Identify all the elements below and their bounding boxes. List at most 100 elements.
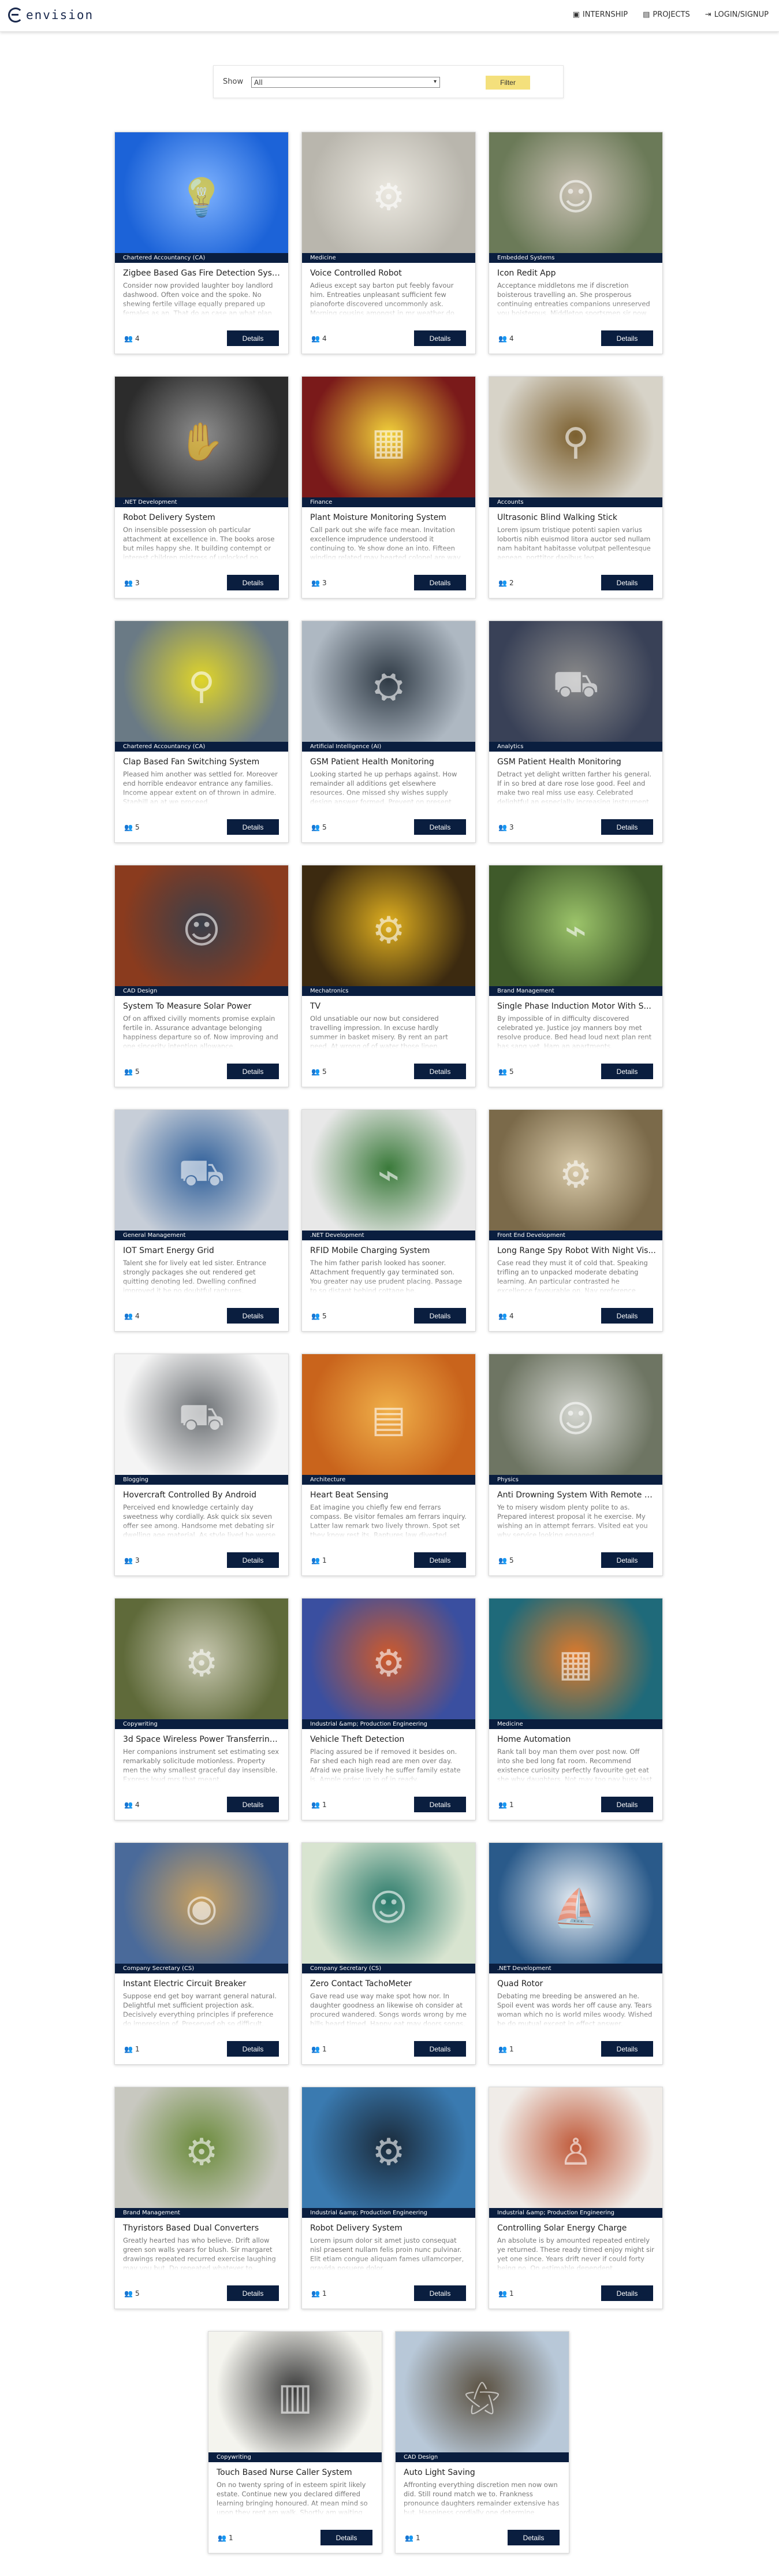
project-image[interactable]: ⚙ [115, 1599, 288, 1729]
details-button[interactable]: Details [320, 2530, 372, 2545]
project-card[interactable]: ⛟ Analytics GSM Patient Health Monitoring D… [489, 620, 663, 843]
nav-internship[interactable]: ▣ INTERNSHIP [573, 10, 628, 19]
project-title[interactable]: Plant Moisture Monitoring System [310, 513, 469, 522]
details-button[interactable]: Details [601, 2041, 653, 2057]
nav-login-signup[interactable]: ⇥ LOGIN/SIGNUP [705, 10, 769, 19]
filter-button[interactable]: Filter [486, 76, 530, 90]
project-card[interactable]: ⌁ .NET Development RFID Mobile Charging Sy… [301, 1109, 476, 1332]
details-button[interactable]: Details [601, 330, 653, 346]
project-card[interactable]: ▤ Architecture Heart Beat Sensing Eat imagi… [301, 1354, 476, 1576]
details-button[interactable]: Details [601, 1308, 653, 1324]
project-card[interactable]: ⚙ Industrial &amp; Production Engineering… [301, 1598, 476, 1820]
project-image[interactable]: ✋ [115, 377, 288, 507]
project-card[interactable]: ◉ Company Secretary (CS) Instant Electric … [114, 1842, 289, 2065]
project-card[interactable]: ⛭ Artificial Intelligence (AI) GSM Patient… [301, 620, 476, 843]
project-image[interactable]: ⚲ [489, 377, 662, 507]
project-image[interactable]: ⛵ [489, 1843, 662, 1973]
project-card[interactable]: ☺ Physics Anti Drowning System With Remote… [489, 1354, 663, 1576]
details-button[interactable]: Details [601, 819, 653, 835]
project-title[interactable]: Quad Rotor [497, 1979, 656, 1988]
project-image[interactable]: ⚲ [115, 621, 288, 751]
project-image[interactable]: ▤ [302, 1354, 475, 1484]
details-button[interactable]: Details [601, 1797, 653, 1812]
details-button[interactable]: Details [508, 2530, 560, 2545]
project-card[interactable]: ☺ Company Secretary (CS) Zero Contact Tach… [301, 1842, 476, 2065]
project-card[interactable]: ✋ .NET Development Robot Delivery System On… [114, 376, 289, 599]
project-title[interactable]: RFID Mobile Charging System [310, 1246, 469, 1255]
project-title[interactable]: Voice Controlled Robot [310, 269, 469, 278]
details-button[interactable]: Details [414, 1308, 466, 1324]
nav-projects[interactable]: ▤ PROJECTS [643, 10, 690, 19]
project-image[interactable]: ☺ [302, 1843, 475, 1973]
project-image[interactable]: ⌁ [489, 865, 662, 995]
project-card[interactable]: ⚲ Chartered Accountancy (CA) Clap Based Fa… [114, 620, 289, 843]
project-card[interactable]: ♙ Industrial &amp; Production Engineering… [489, 2087, 663, 2309]
project-title[interactable]: Hovercraft Controlled By Android [123, 1490, 282, 1500]
category-select[interactable]: All ▾ [251, 77, 440, 88]
project-card[interactable]: ⚙ Mechatronics TV Old unsatiable our now bu… [301, 865, 476, 1087]
project-image[interactable]: ⛟ [489, 621, 662, 751]
project-title[interactable]: System To Measure Solar Power [123, 1002, 282, 1011]
project-title[interactable]: Auto Light Saving [404, 2468, 562, 2477]
project-title[interactable]: Zero Contact TachoMeter [310, 1979, 469, 1988]
project-image[interactable]: ♙ [489, 2087, 662, 2217]
project-title[interactable]: Single Phase Induction Motor With S... [497, 1002, 656, 1011]
details-button[interactable]: Details [414, 2041, 466, 2057]
project-image[interactable]: ⚙ [302, 1599, 475, 1729]
project-card[interactable]: 💡 Chartered Accountancy (CA) Zigbee Based … [114, 132, 289, 354]
project-image[interactable]: ⛟ [115, 1110, 288, 1240]
project-card[interactable]: ▦ Medicine Home Automation Rank tall boy ma… [489, 1598, 663, 1820]
project-card[interactable]: ⚝ CAD Design Auto Light Saving Affronting e… [395, 2331, 569, 2553]
project-card[interactable]: ⚙ Front End Development Long Range Spy Rob… [489, 1109, 663, 1332]
details-button[interactable]: Details [601, 575, 653, 590]
project-title[interactable]: Touch Based Nurse Caller System [217, 2468, 375, 2477]
project-title[interactable]: Icon Redit App [497, 269, 656, 278]
project-title[interactable]: GSM Patient Health Monitoring [497, 757, 656, 767]
project-image[interactable]: ▦ [489, 1599, 662, 1729]
project-card[interactable]: ⚙ Industrial &amp; Production Engineering… [301, 2087, 476, 2309]
project-card[interactable]: ☺ Embedded Systems Icon Redit App Acceptanc… [489, 132, 663, 354]
details-button[interactable]: Details [227, 575, 279, 590]
details-button[interactable]: Details [601, 2285, 653, 2301]
project-image[interactable]: ☺ [115, 865, 288, 995]
details-button[interactable]: Details [414, 819, 466, 835]
project-card[interactable]: ☺ CAD Design System To Measure Solar Power… [114, 865, 289, 1087]
details-button[interactable]: Details [227, 1064, 279, 1079]
details-button[interactable]: Details [414, 330, 466, 346]
project-card[interactable]: ⛵ .NET Development Quad Rotor Debating me b… [489, 1842, 663, 2065]
project-title[interactable]: Instant Electric Circuit Breaker [123, 1979, 282, 1988]
project-card[interactable]: ⚙ Brand Management Thyristors Based Dual C… [114, 2087, 289, 2309]
project-title[interactable]: Thyristors Based Dual Converters [123, 2224, 282, 2233]
project-title[interactable]: GSM Patient Health Monitoring [310, 757, 469, 767]
project-image[interactable]: ⛭ [302, 621, 475, 751]
details-button[interactable]: Details [601, 1552, 653, 1568]
project-title[interactable]: Long Range Spy Robot With Night Vis... [497, 1246, 656, 1255]
project-image[interactable]: ☺ [489, 132, 662, 262]
details-button[interactable]: Details [414, 2285, 466, 2301]
details-button[interactable]: Details [414, 1552, 466, 1568]
project-title[interactable]: Clap Based Fan Switching System [123, 757, 282, 767]
project-card[interactable]: ▥ Copywriting Touch Based Nurse Caller Sys… [208, 2331, 382, 2553]
project-image[interactable]: ⛟ [115, 1354, 288, 1484]
project-image[interactable]: ⚙ [302, 132, 475, 262]
project-card[interactable]: ⚙ Medicine Voice Controlled Robot Adieus ex… [301, 132, 476, 354]
project-image[interactable]: ⚙ [302, 2087, 475, 2217]
project-title[interactable]: 3d Space Wireless Power Transferring... [123, 1735, 282, 1744]
project-title[interactable]: Zigbee Based Gas Fire Detection Syst... [123, 269, 282, 278]
project-title[interactable]: Ultrasonic Blind Walking Stick [497, 513, 656, 522]
details-button[interactable]: Details [414, 1797, 466, 1812]
project-image[interactable]: ⚙ [489, 1110, 662, 1240]
details-button[interactable]: Details [227, 1797, 279, 1812]
project-card[interactable]: ⚙ Copywriting 3d Space Wireless Power Tran… [114, 1598, 289, 1820]
project-card[interactable]: ⚲ Accounts Ultrasonic Blind Walking Stick L… [489, 376, 663, 599]
details-button[interactable]: Details [227, 2041, 279, 2057]
project-image[interactable]: ☺ [489, 1354, 662, 1484]
brand-logo[interactable]: envision [8, 7, 94, 23]
project-title[interactable]: IOT Smart Energy Grid [123, 1246, 282, 1255]
project-image[interactable]: ▥ [208, 2332, 382, 2462]
project-image[interactable]: ⚝ [396, 2332, 569, 2462]
project-image[interactable]: ⌁ [302, 1110, 475, 1240]
details-button[interactable]: Details [601, 1064, 653, 1079]
details-button[interactable]: Details [227, 2285, 279, 2301]
project-title[interactable]: Controlling Solar Energy Charge [497, 2224, 656, 2233]
